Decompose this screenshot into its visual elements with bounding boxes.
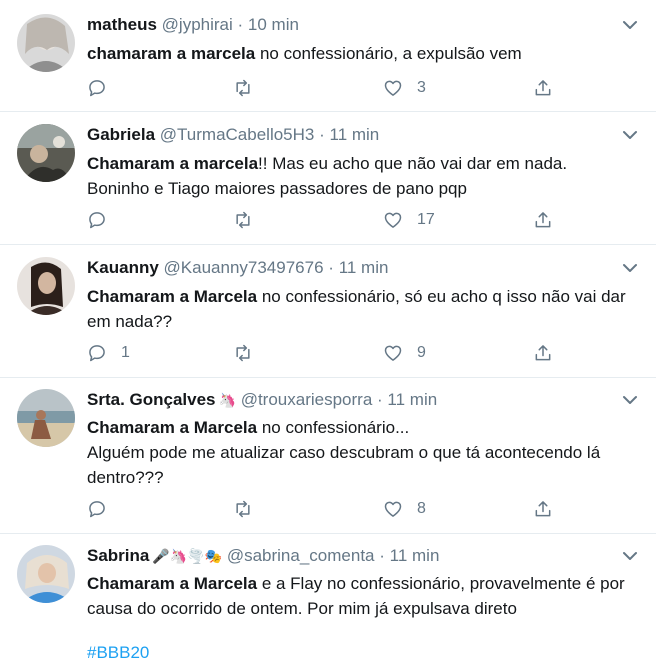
tweet-text: Chamaram a Marcela e a Flay no confessio…	[87, 571, 627, 621]
tweet-feed: matheus @jyphirai · 10 min chamaram a ma…	[0, 0, 656, 669]
author-handle[interactable]: @Kauanny73497676	[164, 258, 324, 277]
separator: ·	[328, 258, 334, 277]
like-icon	[384, 80, 402, 96]
reply-button[interactable]	[87, 497, 121, 521]
share-icon	[535, 212, 551, 228]
body-text: no confessionário, a expulsão vem	[255, 44, 522, 63]
like-button[interactable]: 3	[383, 76, 426, 100]
author-handle[interactable]: @trouxariesporra	[241, 390, 373, 409]
author-name[interactable]: Kauanny	[87, 258, 159, 277]
separator: ·	[377, 390, 383, 409]
like-count: 3	[417, 79, 426, 96]
chevron-down-icon[interactable]	[622, 263, 638, 273]
reply-button[interactable]	[87, 208, 121, 232]
highlight-text: chamaram a marcela	[87, 44, 256, 63]
reply-count: 1	[121, 344, 130, 361]
timestamp[interactable]: 11 min	[387, 390, 437, 409]
author-name[interactable]: Gabriela	[87, 125, 155, 144]
separator: ·	[319, 125, 325, 144]
avatar[interactable]	[17, 389, 75, 447]
retweet-button[interactable]	[233, 341, 267, 365]
retweet-icon	[236, 344, 250, 362]
tweet[interactable]: Gabriela @TurmaCabello5H3 · 11 min Chama…	[0, 112, 656, 245]
like-icon	[384, 501, 402, 517]
like-count: 9	[417, 344, 426, 361]
tweet[interactable]: Srta. Gonçalves 🦄 @trouxariesporra · 11 m…	[0, 378, 656, 534]
like-icon	[384, 212, 402, 228]
retweet-icon	[236, 79, 250, 97]
share-icon	[535, 345, 551, 361]
like-button[interactable]: 8	[383, 497, 426, 521]
share-button[interactable]	[533, 208, 553, 232]
reply-icon	[89, 501, 105, 518]
name-emojis: 🎤🦄🌪️🎭	[152, 548, 223, 564]
author-name[interactable]: Sabrina	[87, 546, 149, 565]
tweet-text: chamaram a marcela no confessionário, a …	[87, 41, 627, 66]
author-handle[interactable]: @sabrina_comenta	[227, 546, 375, 565]
reply-button[interactable]: 1	[87, 341, 130, 365]
highlight-text: Chamaram a Marcela	[87, 418, 258, 437]
tweet[interactable]: matheus @jyphirai · 10 min chamaram a ma…	[0, 0, 656, 112]
retweet-icon	[236, 500, 250, 518]
hashtag-line: #BBB20	[87, 640, 627, 665]
tweet-text: Chamaram a Marcela no confessionário, só…	[87, 284, 627, 334]
avatar[interactable]	[17, 545, 75, 603]
separator: ·	[379, 546, 385, 565]
like-button[interactable]: 9	[383, 341, 426, 365]
reply-icon	[89, 212, 105, 229]
chevron-down-icon[interactable]	[622, 20, 638, 30]
tweet-actions: 1 9	[87, 341, 557, 365]
author-name[interactable]: matheus	[87, 15, 157, 34]
avatar[interactable]	[17, 257, 75, 315]
chevron-down-icon[interactable]	[622, 130, 638, 140]
timestamp[interactable]: 11 min	[330, 125, 380, 144]
tweet[interactable]: Kauanny @Kauanny73497676 · 11 min Chamar…	[0, 245, 656, 378]
tweet-actions: 3	[87, 76, 557, 100]
body-text-line-2: Alguém pode me atualizar caso descubram …	[87, 443, 601, 487]
timestamp[interactable]: 11 min	[339, 258, 389, 277]
author-name[interactable]: Srta. Gonçalves	[87, 390, 216, 409]
retweet-icon	[236, 211, 250, 229]
timestamp[interactable]: 11 min	[390, 546, 440, 565]
like-button[interactable]: 17	[383, 208, 435, 232]
retweet-button[interactable]	[233, 497, 267, 521]
retweet-button[interactable]	[233, 208, 267, 232]
chevron-down-icon[interactable]	[622, 551, 638, 561]
tweet-text: Chamaram a marcela!! Mas eu acho que não…	[87, 151, 627, 201]
like-icon	[384, 345, 402, 361]
name-emojis: 🦄	[218, 392, 236, 408]
tweet-actions: 17	[87, 208, 557, 232]
share-button[interactable]	[533, 497, 553, 521]
tweet-actions: 8	[87, 497, 557, 521]
highlight-text: Chamaram a Marcela	[87, 287, 258, 306]
chevron-down-icon[interactable]	[622, 395, 638, 405]
hashtag-link[interactable]: #BBB20	[87, 643, 149, 662]
reply-icon	[89, 345, 105, 362]
tweet-text: Chamaram a Marcela no confessionário... A…	[87, 415, 627, 490]
reply-button[interactable]	[87, 76, 121, 100]
share-button[interactable]	[533, 76, 553, 100]
tweet[interactable]: Sabrina 🎤🦄🌪️🎭 @sabrina_comenta · 11 min C…	[0, 534, 656, 669]
avatar[interactable]	[17, 124, 75, 182]
like-count: 17	[417, 211, 435, 228]
author-handle[interactable]: @jyphirai	[162, 15, 233, 34]
share-icon	[535, 80, 551, 96]
highlight-text: Chamaram a Marcela	[87, 574, 258, 593]
like-count: 8	[417, 500, 426, 517]
body-text: no confessionário...	[257, 418, 410, 437]
retweet-button[interactable]	[233, 76, 267, 100]
separator: ·	[237, 15, 244, 34]
author-handle[interactable]: @TurmaCabello5H3	[160, 125, 315, 144]
avatar[interactable]	[17, 14, 75, 72]
reply-icon	[89, 80, 105, 97]
share-button[interactable]	[533, 341, 553, 365]
timestamp[interactable]: 10 min	[248, 15, 299, 34]
share-icon	[535, 501, 551, 517]
highlight-text: Chamaram a marcela	[87, 154, 259, 173]
